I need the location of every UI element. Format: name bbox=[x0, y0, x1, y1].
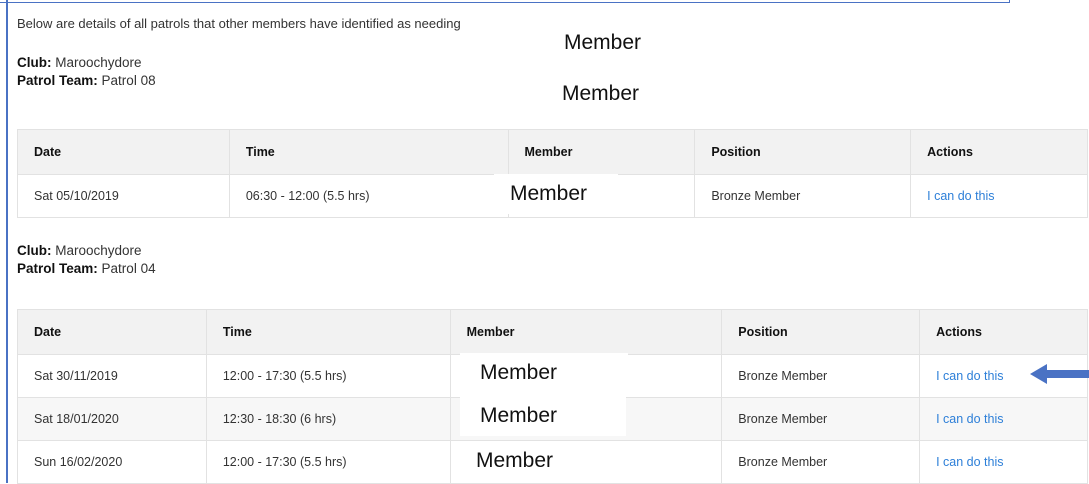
cell-position: Bronze Member bbox=[694, 174, 912, 218]
i-can-do-this-link[interactable]: I can do this bbox=[936, 369, 1003, 383]
window-frame-top bbox=[0, 0, 1010, 3]
cell-position: Bronze Member bbox=[721, 440, 921, 484]
i-can-do-this-link[interactable]: I can do this bbox=[936, 412, 1003, 426]
cell-time: 06:30 - 12:00 (5.5 hrs) bbox=[228, 174, 509, 218]
team-line: Patrol Team: Patrol 08 bbox=[17, 73, 156, 88]
col-time: Time bbox=[228, 129, 509, 175]
i-can-do-this-link[interactable]: I can do this bbox=[936, 455, 1003, 469]
cell-date: Sat 05/10/2019 bbox=[17, 174, 230, 218]
col-actions: Actions bbox=[910, 129, 1088, 175]
cell-position: Bronze Member bbox=[721, 397, 921, 441]
cell-actions: I can do this bbox=[919, 440, 1088, 484]
cell-time: 12:00 - 17:30 (5.5 hrs) bbox=[205, 354, 451, 398]
team-line: Patrol Team: Patrol 04 bbox=[17, 261, 156, 276]
col-member: Member bbox=[507, 129, 696, 175]
intro-text: Below are details of all patrols that ot… bbox=[17, 16, 461, 31]
member-overlay-row-4: Member bbox=[460, 442, 610, 480]
cell-date: Sat 18/01/2020 bbox=[17, 397, 207, 441]
group-2-info: Club: Maroochydore Patrol Team: Patrol 0… bbox=[17, 242, 156, 278]
club-line: Club: Maroochydore bbox=[17, 243, 142, 258]
cell-position: Bronze Member bbox=[721, 354, 921, 398]
club-line: Club: Maroochydore bbox=[17, 55, 142, 70]
cell-time: 12:00 - 17:30 (5.5 hrs) bbox=[205, 440, 451, 484]
col-position: Position bbox=[694, 129, 912, 175]
member-overlay-row-2: Member bbox=[460, 353, 628, 393]
cell-date: Sat 30/11/2019 bbox=[17, 354, 207, 398]
cell-actions: I can do this bbox=[910, 174, 1088, 218]
col-date: Date bbox=[17, 129, 230, 175]
left-arrow-icon bbox=[1030, 364, 1089, 384]
member-overlay-1: Member bbox=[532, 22, 742, 64]
window-frame-left bbox=[6, 0, 8, 483]
col-time: Time bbox=[205, 309, 451, 355]
cell-date: Sun 16/02/2020 bbox=[17, 440, 207, 484]
member-overlay-row-3: Member bbox=[460, 396, 626, 436]
cell-actions: I can do this bbox=[919, 397, 1088, 441]
cell-time: 12:30 - 18:30 (6 hrs) bbox=[205, 397, 451, 441]
table-header: Date Time Member Position Actions bbox=[17, 309, 1088, 355]
col-position: Position bbox=[721, 309, 921, 355]
member-overlay-2: Member bbox=[540, 76, 740, 112]
member-overlay-row-1: Member bbox=[494, 174, 618, 214]
col-actions: Actions bbox=[919, 309, 1088, 355]
group-1-info: Club: Maroochydore Patrol Team: Patrol 0… bbox=[17, 54, 156, 90]
table-header: Date Time Member Position Actions bbox=[17, 129, 1088, 175]
col-member: Member bbox=[449, 309, 723, 355]
col-date: Date bbox=[17, 309, 207, 355]
i-can-do-this-link[interactable]: I can do this bbox=[927, 189, 994, 203]
